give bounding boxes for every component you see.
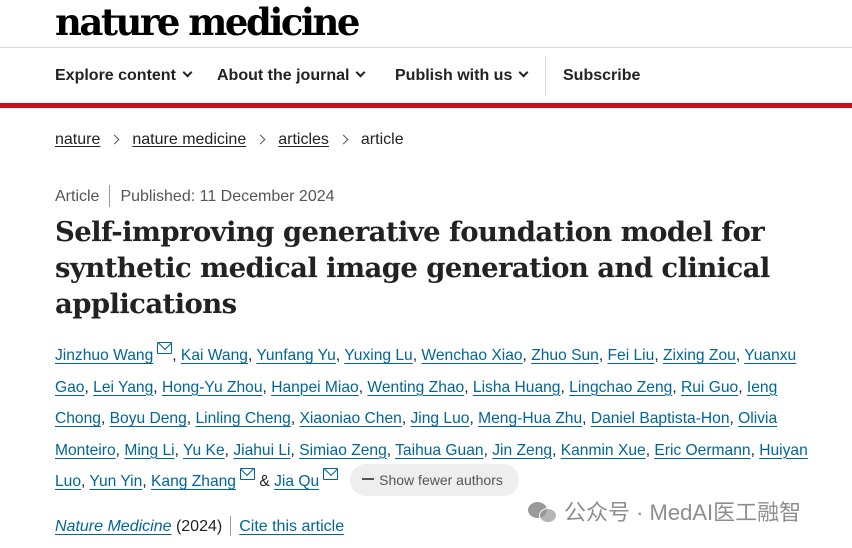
- watermark: 公众号 · MedAI医工融智: [528, 498, 801, 528]
- article-title: Self-improving generative foundation mod…: [55, 216, 770, 320]
- minus-icon: [362, 478, 375, 481]
- author-link[interactable]: Yuxing Lu: [344, 347, 413, 364]
- author-link[interactable]: Taihua Guan: [395, 442, 483, 459]
- nav-explore-label: Explore content: [55, 67, 176, 84]
- author-link[interactable]: Kang Zhang: [151, 473, 236, 490]
- chevron-right-icon: [338, 134, 349, 145]
- watermark-text: 公众号 · MedAI医工融智: [564, 500, 802, 525]
- author-link[interactable]: Jin Zeng: [492, 442, 552, 459]
- published-date: Published: 11 December 2024: [120, 188, 335, 206]
- header-accent-bar: [0, 103, 852, 108]
- citation-line: Nature Medicine (2024) Cite this article: [55, 516, 344, 537]
- author-link[interactable]: Wenting Zhao: [367, 379, 464, 396]
- author-link[interactable]: Fei Liu: [608, 347, 655, 364]
- author-link[interactable]: Rui Guo: [681, 379, 738, 396]
- nav-publish-label: Publish with us: [395, 67, 513, 84]
- author-link[interactable]: Hanpei Miao: [271, 379, 359, 396]
- cite-article-link[interactable]: Cite this article: [239, 518, 344, 535]
- show-fewer-label: Show fewer authors: [379, 472, 503, 488]
- author-link[interactable]: Boyu Deng: [110, 410, 187, 427]
- breadcrumb-nature-medicine[interactable]: nature medicine: [132, 131, 246, 148]
- breadcrumb: nature nature medicine articles article: [55, 130, 404, 150]
- site-logo[interactable]: nature medicine: [55, 2, 360, 42]
- author-link[interactable]: Lingchao Zeng: [569, 379, 672, 396]
- author-link[interactable]: Yunfang Yu: [256, 347, 336, 364]
- author-joiner: &: [259, 473, 270, 491]
- author-link[interactable]: Xiaoniao Chen: [300, 410, 402, 427]
- show-fewer-authors-button[interactable]: Show fewer authors: [350, 464, 519, 496]
- author-link[interactable]: Yu Ke: [183, 442, 225, 459]
- article-meta: Article Published: 11 December 2024: [55, 185, 335, 208]
- nav-divider: [545, 56, 546, 96]
- breadcrumb-articles[interactable]: articles: [278, 131, 329, 148]
- author-link[interactable]: Kanmin Xue: [561, 442, 646, 459]
- breadcrumb-current: article: [360, 131, 404, 148]
- site-header: nature medicine: [0, 0, 852, 48]
- journal-link[interactable]: Nature Medicine: [55, 518, 172, 535]
- author-link[interactable]: Lisha Huang: [473, 379, 561, 396]
- nav-about-label: About the journal: [217, 67, 350, 84]
- chevron-down-icon: [518, 67, 529, 78]
- mail-icon[interactable]: [157, 342, 173, 354]
- author-link[interactable]: Linling Cheng: [195, 410, 290, 427]
- main-nav: Explore content About the journal Publis…: [0, 48, 852, 104]
- mail-icon[interactable]: [239, 468, 255, 481]
- chevron-right-icon: [109, 134, 120, 145]
- author-link[interactable]: Kai Wang: [181, 347, 248, 364]
- author-link[interactable]: Jiahui Li: [233, 442, 290, 459]
- nav-subscribe[interactable]: Subscribe: [563, 66, 640, 86]
- author-link[interactable]: Eric Oermann: [654, 442, 750, 459]
- chevron-down-icon: [182, 67, 193, 78]
- author-link[interactable]: Ming Li: [124, 442, 174, 459]
- nav-explore-content[interactable]: Explore content: [55, 66, 193, 86]
- author-link[interactable]: Jing Luo: [410, 410, 469, 427]
- wechat-icon: [528, 500, 558, 524]
- author-link[interactable]: Meng-Hua Zhu: [478, 410, 582, 427]
- author-link[interactable]: Hong-Yu Zhou: [162, 379, 263, 396]
- citation-year: (2024): [175, 518, 223, 536]
- author-link[interactable]: Simiao Zeng: [299, 442, 387, 459]
- author-link[interactable]: Wenchao Xiao: [421, 347, 522, 364]
- author-link[interactable]: Yun Yin: [89, 473, 142, 490]
- breadcrumb-nature[interactable]: nature: [55, 131, 100, 148]
- citation-divider: [230, 516, 232, 536]
- author-link[interactable]: Daniel Baptista-Hon: [591, 410, 730, 427]
- author-link[interactable]: Zixing Zou: [663, 347, 736, 364]
- nav-publish-with-us[interactable]: Publish with us: [395, 66, 529, 86]
- mail-icon[interactable]: [323, 468, 339, 481]
- chevron-right-icon: [255, 134, 266, 145]
- author-link[interactable]: Jia Qu: [274, 473, 319, 490]
- chevron-down-icon: [355, 67, 366, 78]
- nav-about-journal[interactable]: About the journal: [217, 66, 366, 86]
- author-list: Jinzhuo Wang, Kai Wang, Yunfang Yu, Yuxi…: [55, 340, 815, 498]
- meta-divider: [109, 185, 111, 207]
- article-type: Article: [55, 188, 100, 206]
- author-link[interactable]: Zhuo Sun: [531, 347, 599, 364]
- author-link[interactable]: Jinzhuo Wang: [55, 347, 153, 364]
- author-link[interactable]: Lei Yang: [93, 379, 153, 396]
